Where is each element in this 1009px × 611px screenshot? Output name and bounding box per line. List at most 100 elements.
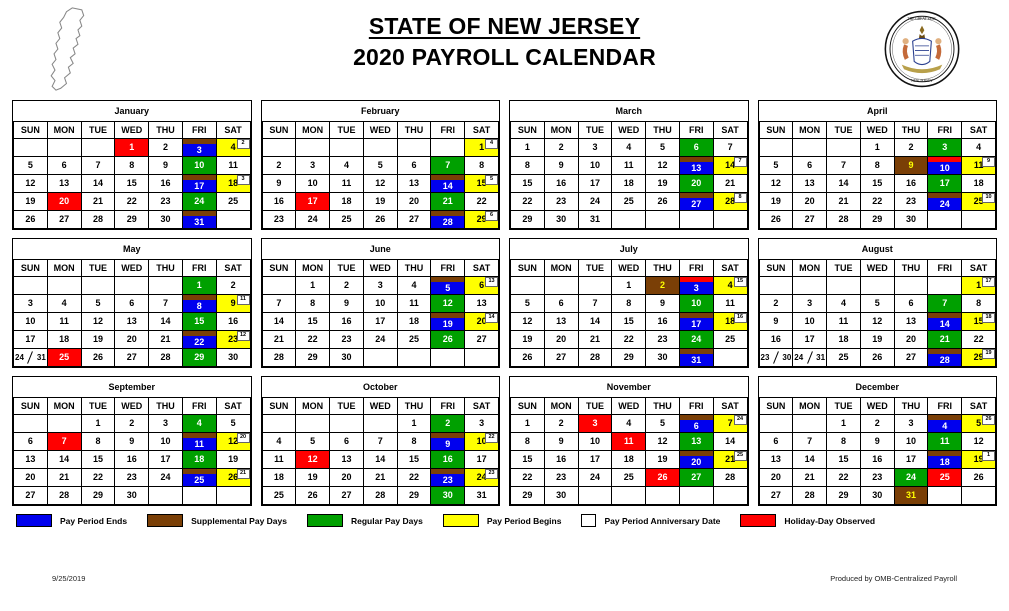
day-cell[interactable]: 24 [181, 192, 217, 211]
day-cell[interactable]: 20 [758, 468, 794, 487]
day-cell[interactable]: 13 [543, 312, 579, 331]
day-cell[interactable]: 26 [13, 210, 48, 229]
day-cell[interactable]: 28 [430, 210, 466, 229]
day-cell[interactable]: 17 [678, 312, 714, 331]
day-cell[interactable]: 9 [148, 156, 183, 175]
day-cell[interactable]: 8 [510, 156, 545, 175]
day-cell[interactable]: 12 [295, 450, 331, 469]
day-cell[interactable]: 22 [396, 468, 432, 487]
day-cell[interactable]: 20 [114, 330, 150, 349]
day-cell[interactable]: 10 [181, 156, 217, 175]
day-cell[interactable]: 23 [859, 468, 895, 487]
day-cell[interactable]: 8 [464, 156, 499, 175]
day-cell[interactable]: 17 [577, 450, 613, 469]
day-cell[interactable]: 3 [148, 414, 183, 433]
day-cell[interactable]: 12 [362, 174, 398, 193]
day-cell[interactable]: 18 [927, 450, 963, 469]
day-cell[interactable]: 26 [295, 486, 331, 505]
day-cell[interactable]: 1 17 [961, 276, 996, 295]
day-cell[interactable]: 4 [329, 156, 364, 175]
day-cell[interactable]: 26 [758, 210, 794, 229]
day-cell[interactable]: 28 [712, 468, 748, 487]
day-cell[interactable]: 18 [329, 192, 364, 211]
day-cell[interactable]: 5 [645, 138, 680, 157]
day-cell[interactable]: 28 [792, 486, 828, 505]
day-cell[interactable]: 14 [464, 138, 499, 157]
day-cell[interactable]: 19 [295, 468, 331, 487]
day-cell[interactable]: 25 [329, 210, 364, 229]
day-cell[interactable]: 23 [543, 192, 579, 211]
day-cell[interactable]: 28 [362, 486, 398, 505]
day-cell[interactable]: 1 [510, 138, 545, 157]
day-cell[interactable]: 6 [678, 414, 714, 433]
day-cell[interactable]: 15 [510, 450, 545, 469]
day-cell[interactable]: 12 [645, 432, 680, 451]
day-cell[interactable]: 6 [792, 156, 828, 175]
day-cell[interactable]: 9 [114, 432, 150, 451]
day-cell[interactable]: 31 [678, 348, 714, 367]
day-cell[interactable]: 1 [396, 414, 432, 433]
day-cell[interactable]: 25 [215, 192, 251, 211]
day-cell[interactable]: 23 [645, 330, 680, 349]
day-cell[interactable]: 20 [396, 192, 432, 211]
day-cell[interactable]: 7 [148, 294, 183, 313]
day-cell[interactable]: 8 [396, 432, 432, 451]
day-cell[interactable]: 19 [13, 192, 48, 211]
day-cell[interactable]: 4 [181, 414, 217, 433]
day-cell[interactable]: 2 [261, 156, 297, 175]
day-cell[interactable]: 29 [80, 486, 116, 505]
day-cell[interactable]: 13 [13, 450, 48, 469]
day-cell[interactable]: 3 [13, 294, 48, 313]
day-cell[interactable]: 3 [577, 138, 613, 157]
day-cell[interactable]: 17 [148, 450, 183, 469]
day-cell[interactable]: 14 [826, 174, 861, 193]
day-cell[interactable]: 5 [859, 294, 895, 313]
day-cell[interactable]: 22 [181, 330, 217, 349]
day-cell[interactable]: 29 [510, 210, 545, 229]
day-cell[interactable]: 15 18 [961, 312, 996, 331]
day-cell[interactable]: 16 [114, 450, 150, 469]
day-cell[interactable]: 21 [927, 330, 963, 349]
day-cell[interactable]: 27 [329, 486, 364, 505]
day-cell[interactable]: 23 [114, 468, 150, 487]
day-cell[interactable]: 8 [295, 294, 331, 313]
day-cell[interactable]: 29 19 [961, 348, 996, 367]
day-cell[interactable]: 4 [611, 138, 647, 157]
day-cell[interactable]: 15 [611, 312, 647, 331]
day-cell[interactable]: 16 [543, 450, 579, 469]
day-cell[interactable]: 15 [114, 174, 150, 193]
day-cell[interactable]: 9 [859, 432, 895, 451]
day-cell[interactable]: 26 [859, 348, 895, 367]
day-cell[interactable]: 16 [215, 312, 251, 331]
day-cell[interactable]: 17 [181, 174, 217, 193]
day-cell[interactable]: 42 [215, 138, 251, 157]
day-cell[interactable]: 9 [758, 312, 794, 331]
day-cell[interactable]: 28 [826, 210, 861, 229]
day-cell[interactable]: 25 [261, 486, 297, 505]
day-cell[interactable]: 20 14 [464, 312, 499, 331]
day-cell[interactable]: 4 [611, 414, 647, 433]
day-cell[interactable]: 31 [464, 486, 499, 505]
day-cell[interactable]: 6 [114, 294, 150, 313]
day-cell[interactable]: 2 [114, 414, 150, 433]
day-cell[interactable]: 22 [826, 468, 861, 487]
day-cell[interactable]: 27 [678, 468, 714, 487]
day-cell[interactable]: 25 [396, 330, 432, 349]
day-cell[interactable]: 27 [114, 348, 150, 367]
day-cell[interactable]: 24 [577, 192, 613, 211]
day-cell[interactable]: 28 [46, 486, 82, 505]
day-cell[interactable]: 14 [148, 312, 183, 331]
day-cell[interactable]: 19 [758, 192, 794, 211]
day-cell[interactable]: 12 [430, 294, 466, 313]
day-cell[interactable]: 13 [114, 312, 150, 331]
day-cell[interactable]: 27 [396, 210, 432, 229]
day-cell[interactable]: 22 [961, 330, 996, 349]
day-cell[interactable]: 20 [329, 468, 364, 487]
day-cell[interactable]: 27 [46, 210, 82, 229]
day-cell[interactable]: 8 [859, 156, 895, 175]
day-cell[interactable]: 3 [181, 138, 217, 157]
day-cell[interactable]: 18 16 [712, 312, 748, 331]
day-cell[interactable]: 21 [46, 468, 82, 487]
day-cell[interactable]: 19 [215, 450, 251, 469]
day-cell[interactable]: 6 13 [464, 276, 499, 295]
